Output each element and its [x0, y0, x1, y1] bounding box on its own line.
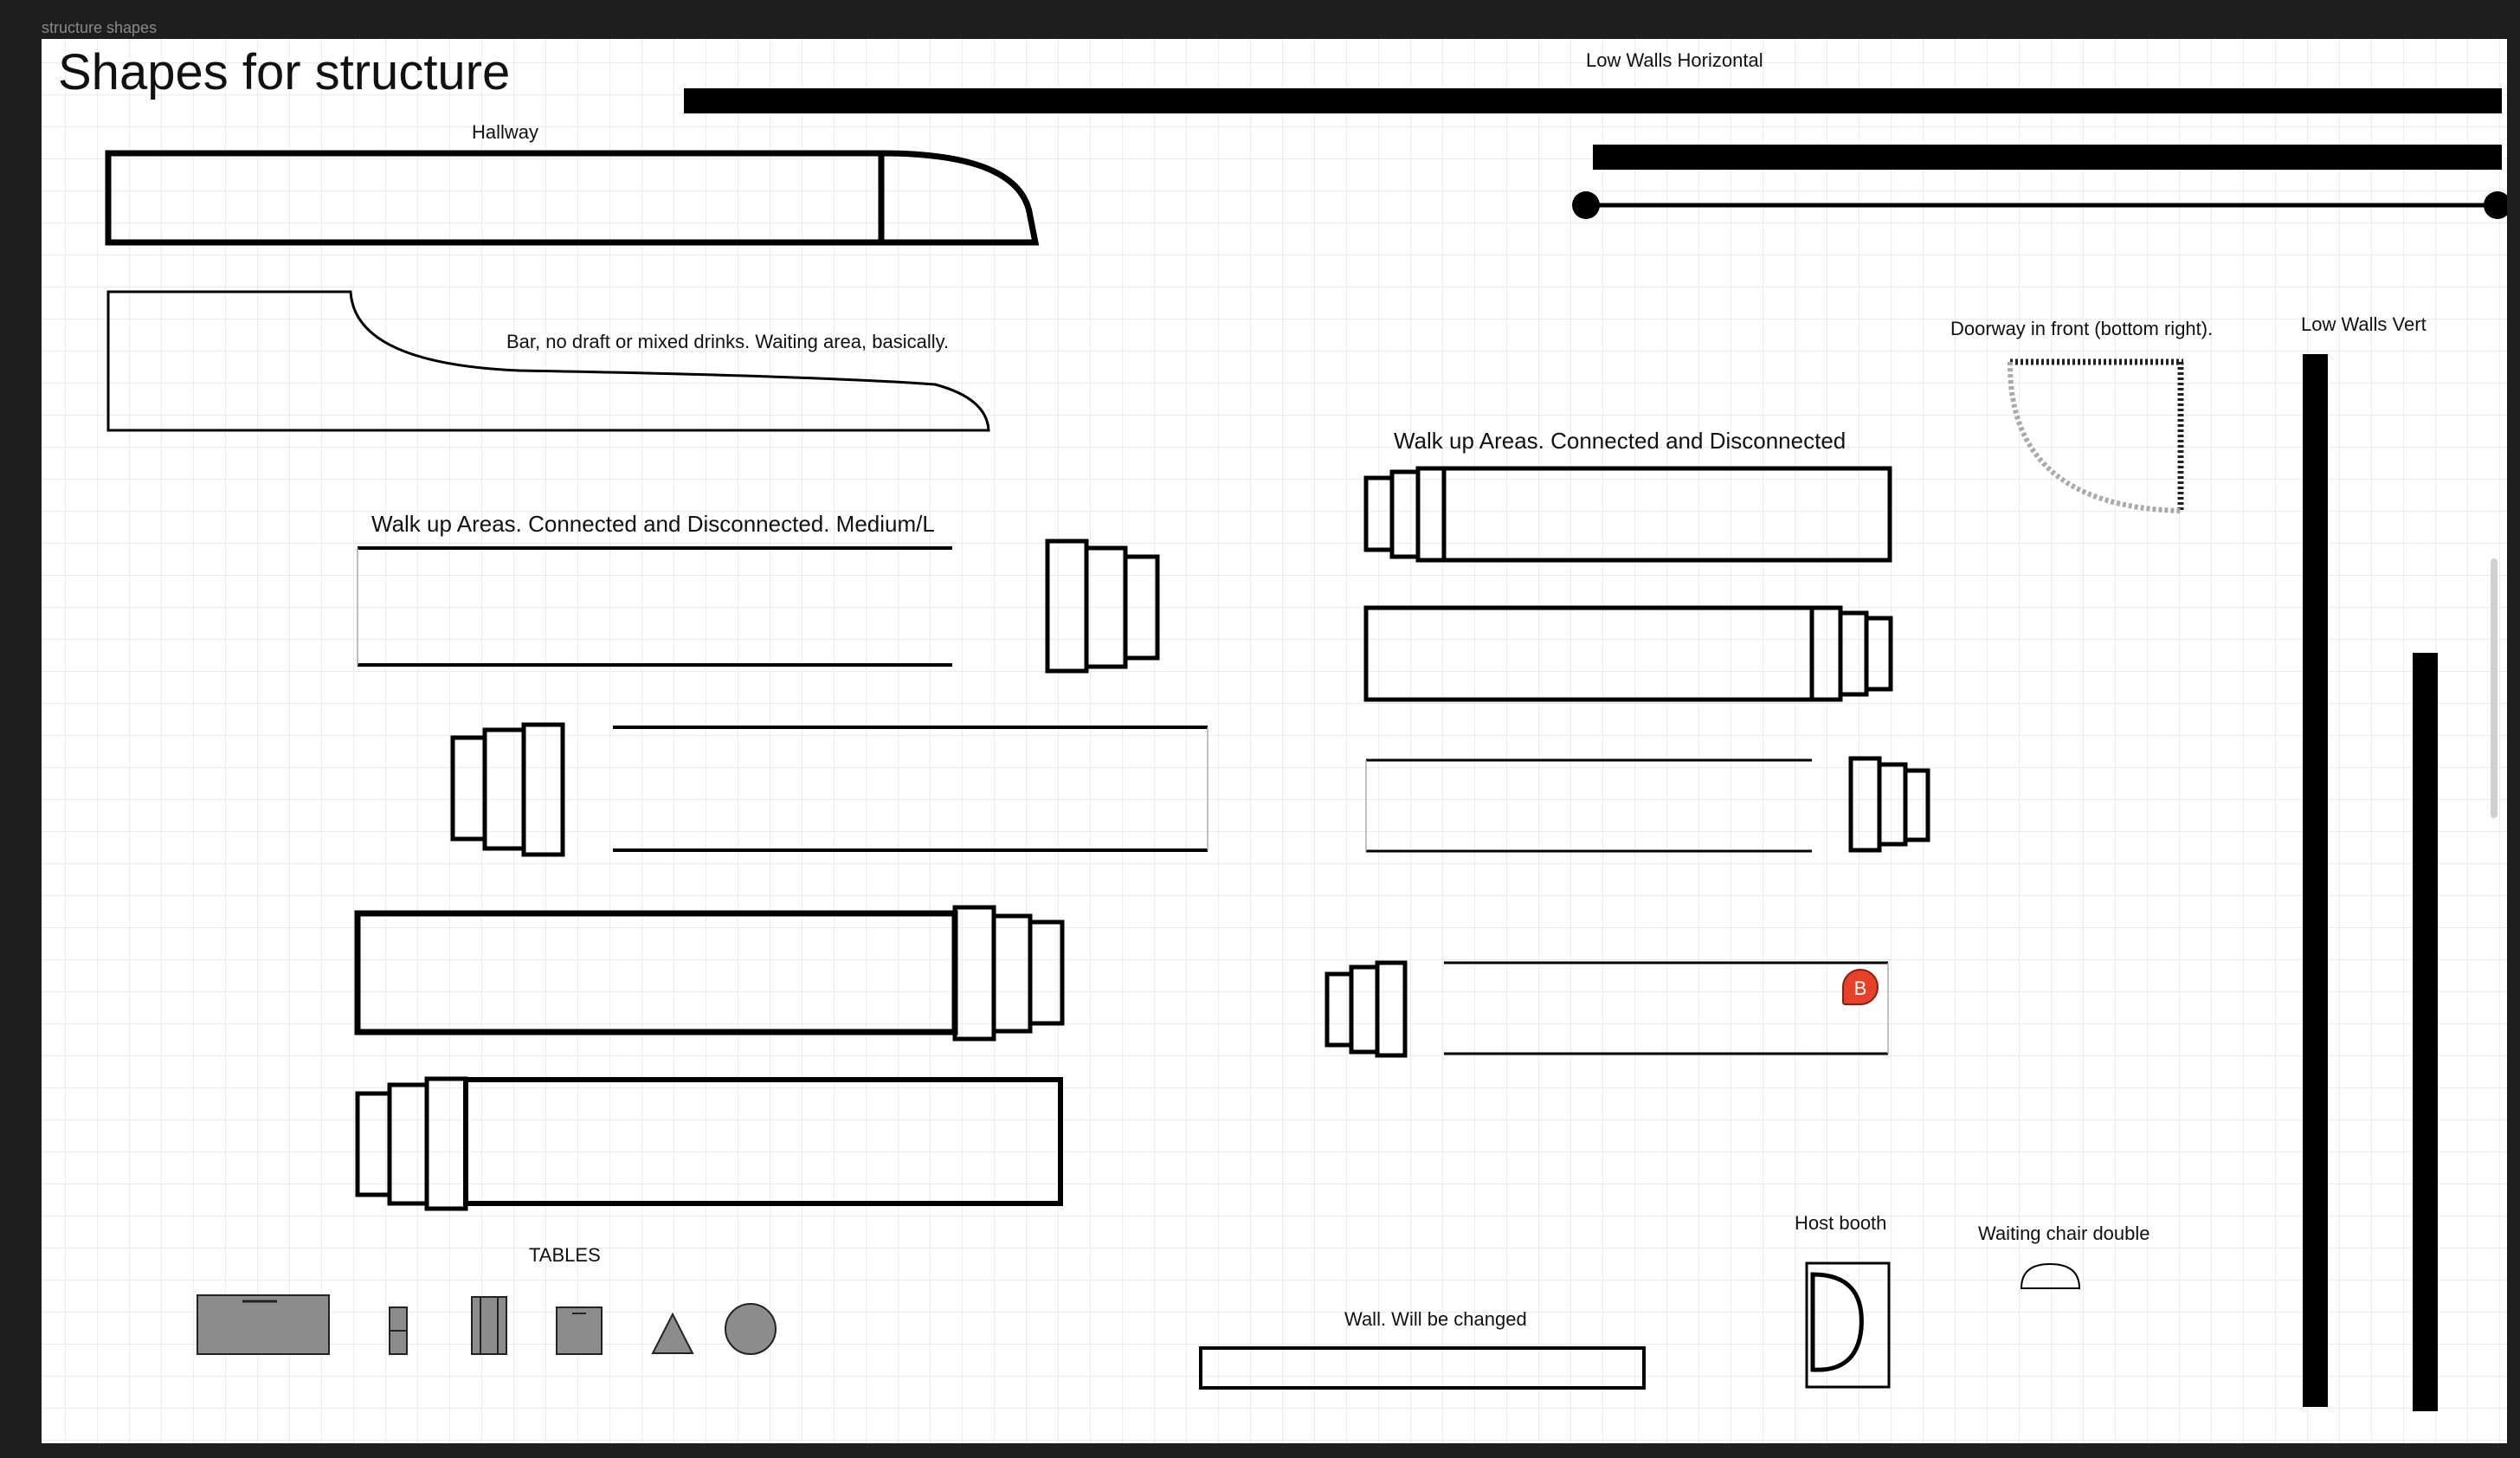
stool-group-5[interactable] [1363, 466, 1447, 563]
table-double-narrow[interactable] [471, 1296, 507, 1355]
stool-group-4[interactable] [355, 1076, 468, 1211]
walk-up-right-1[interactable] [1441, 466, 1892, 563]
vertical-scrollbar[interactable] [2491, 558, 2497, 818]
label-host-booth[interactable]: Host booth [1795, 1212, 1886, 1235]
walk-up-left-3[interactable] [354, 910, 958, 1035]
stool-group-7[interactable] [1848, 756, 1930, 853]
stool-group-6[interactable] [1809, 605, 1893, 702]
wall-shape[interactable] [1199, 1346, 1646, 1390]
low-wall-horizontal-line[interactable] [1572, 191, 2507, 219]
label-tables[interactable]: TABLES [529, 1244, 601, 1267]
stool-group-2[interactable] [450, 722, 565, 857]
bar-shape[interactable] [106, 290, 990, 432]
walk-up-left-2[interactable] [613, 726, 1208, 852]
low-wall-vertical-right[interactable] [2413, 653, 2438, 1411]
label-walk-up-right[interactable]: Walk up Areas. Connected and Disconnecte… [1394, 428, 1846, 455]
collaborator-cursor-icon: B [1842, 969, 1879, 1005]
stool-group-8[interactable] [1324, 960, 1408, 1058]
frame-name[interactable]: structure shapes [42, 19, 157, 37]
stool-group-1[interactable] [1045, 539, 1160, 674]
label-waiting-chair[interactable]: Waiting chair double [1978, 1223, 2150, 1245]
label-low-walls-horizontal[interactable]: Low Walls Horizontal [1586, 49, 1763, 72]
stool-group-3[interactable] [952, 905, 1065, 1042]
hallway-shape[interactable] [105, 150, 1040, 246]
doorway-shape[interactable] [2007, 358, 2184, 513]
label-doorway[interactable]: Doorway in front (bottom right). [1950, 318, 2213, 340]
low-wall-horizontal-short[interactable] [1593, 145, 2502, 170]
walk-up-left-4[interactable] [463, 1077, 1063, 1206]
label-low-walls-vert[interactable]: Low Walls Vert [2301, 313, 2427, 336]
walk-up-right-3[interactable] [1365, 758, 1812, 853]
walk-up-right-2[interactable] [1363, 605, 1814, 702]
walk-up-right-4[interactable] [1444, 961, 1889, 1055]
label-walk-up-left[interactable]: Walk up Areas. Connected and Disconnecte… [371, 511, 935, 538]
low-wall-vertical-left[interactable] [2303, 354, 2328, 1407]
table-small-narrow[interactable] [389, 1306, 408, 1355]
table-long[interactable] [197, 1294, 330, 1355]
walk-up-left-1[interactable] [357, 546, 952, 667]
label-wall[interactable]: Wall. Will be changed [1344, 1308, 1527, 1331]
table-round[interactable] [725, 1303, 777, 1355]
waiting-chair-shape[interactable] [2020, 1262, 2081, 1289]
host-booth-shape[interactable] [1805, 1261, 1891, 1389]
table-square[interactable] [556, 1306, 603, 1355]
label-hallway[interactable]: Hallway [472, 121, 538, 144]
page-title[interactable]: Shapes for structure [58, 43, 510, 101]
table-triangle[interactable] [651, 1312, 694, 1354]
label-bar[interactable]: Bar, no draft or mixed drinks. Waiting a… [506, 331, 949, 353]
low-wall-horizontal-long[interactable] [684, 88, 2502, 113]
